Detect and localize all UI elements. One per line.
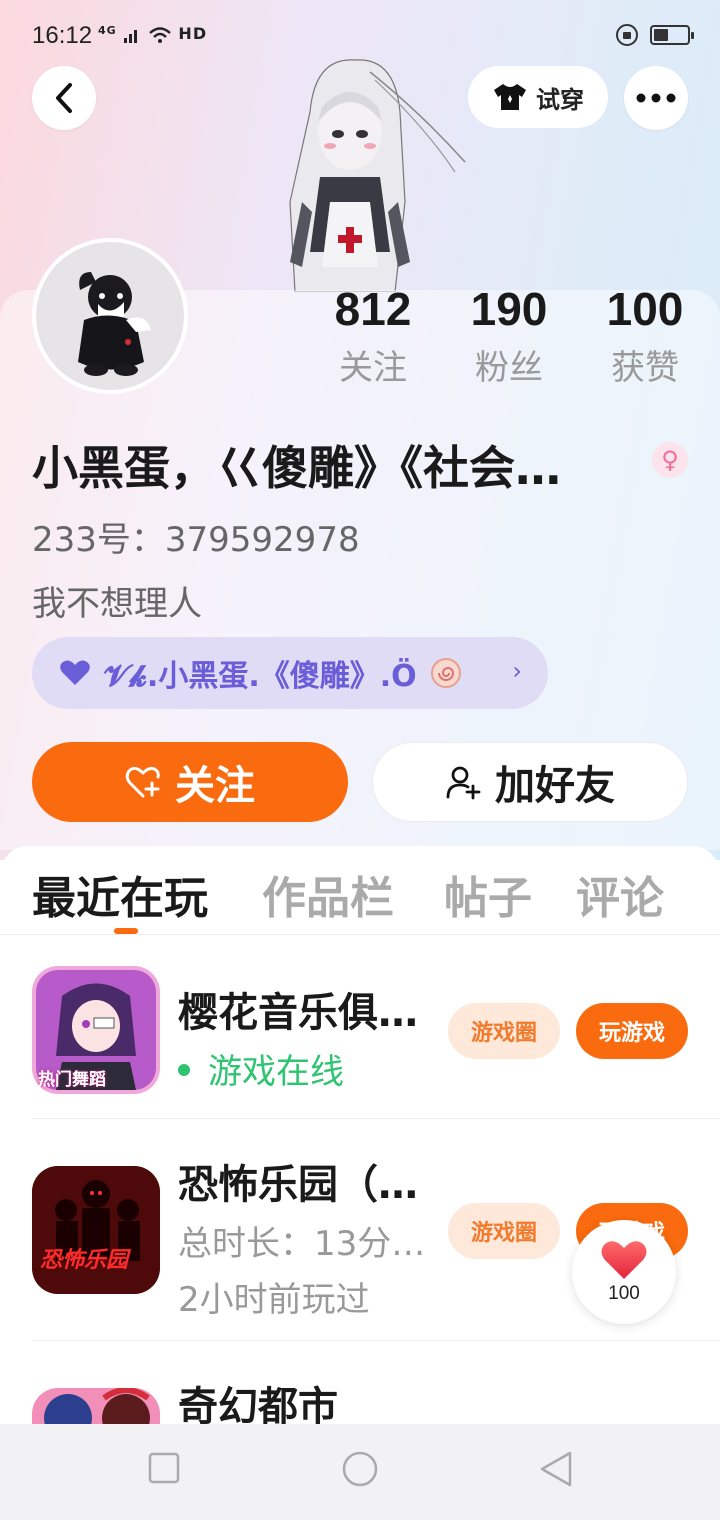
stat-likes[interactable]: 100 获赞 <box>590 282 700 389</box>
game-online-status: 游戏在线 <box>178 1044 344 1093</box>
try-on-label: 试穿 <box>536 85 584 114</box>
wifi-icon <box>149 26 171 43</box>
game-title[interactable]: 恐怖乐园（… <box>178 1152 418 1210</box>
network-type: 4G <box>98 24 117 37</box>
more-dots-icon <box>636 93 676 103</box>
like-count: 100 <box>608 1283 640 1304</box>
club-badge[interactable]: 𝓥𝓴.小黑蛋.《傻雕》.Ö › <box>32 637 548 709</box>
followers-count: 190 <box>470 283 548 335</box>
game-artwork <box>32 1166 160 1294</box>
system-navigation-bar <box>0 1424 720 1520</box>
game-icon-caption: 热门舞蹈 <box>38 1070 106 1090</box>
avatar-character-icon <box>78 272 151 376</box>
content-panel <box>0 846 720 1426</box>
like-floating-button[interactable]: 100 <box>572 1220 676 1324</box>
add-friend-label: 加好友 <box>495 763 615 809</box>
heart-plus-icon <box>125 766 160 798</box>
following-count: 812 <box>334 283 412 335</box>
club-name: 𝓥𝓴.小黑蛋.《傻雕》.Ö <box>104 659 417 694</box>
stat-following[interactable]: 812 关注 <box>318 282 428 389</box>
signal-icon <box>124 29 138 43</box>
game-icon-caption: 恐怖乐园 <box>40 1248 129 1273</box>
back-button[interactable] <box>32 66 96 130</box>
more-options-button[interactable] <box>624 66 688 130</box>
game-total-time: 总时长：13分… <box>178 1224 426 1264</box>
add-friend-icon <box>446 766 481 800</box>
followers-label: 粉丝 <box>475 348 543 388</box>
character-avatar-illustration <box>289 59 466 292</box>
tab-posts[interactable]: 帖子 <box>444 862 532 926</box>
game-icon-fantasy-city[interactable] <box>32 1388 160 1424</box>
online-dot-icon <box>178 1063 190 1076</box>
heart-icon <box>601 1241 647 1279</box>
tab-works[interactable]: 作品栏 <box>262 862 394 926</box>
likes-label: 获赞 <box>611 348 679 388</box>
recent-apps-icon[interactable] <box>148 1452 180 1484</box>
stat-followers[interactable]: 190 粉丝 <box>454 282 564 389</box>
game-last-played: 2小时前玩过 <box>178 1280 370 1320</box>
row-divider <box>32 1118 720 1119</box>
avatar[interactable] <box>32 238 188 394</box>
chevron-right-icon: › <box>512 657 522 685</box>
status-time: 16:12 <box>32 22 93 49</box>
tshirt-icon <box>494 84 526 110</box>
add-friend-button[interactable]: 加好友 <box>372 742 688 822</box>
battery-icon <box>650 25 694 45</box>
lollipop-icon <box>430 658 461 688</box>
rotation-lock-icon <box>616 24 638 46</box>
tabs-divider <box>0 934 720 935</box>
tab-comments[interactable]: 评论 <box>576 862 664 926</box>
game-icon-horror-park[interactable]: 恐怖乐园 <box>32 1166 160 1294</box>
female-gender-icon: ♀ <box>652 442 688 478</box>
follow-label: 关注 <box>175 763 255 809</box>
following-label: 关注 <box>339 348 407 388</box>
network-indicator: 4G HD <box>98 24 207 44</box>
home-icon[interactable] <box>341 1450 379 1488</box>
game-icon-sakura-music[interactable]: 热门舞蹈 <box>32 966 160 1094</box>
game-title[interactable]: 樱花音乐俱… <box>178 980 418 1038</box>
heart-badge-icon <box>60 660 90 685</box>
try-on-button[interactable]: 试穿 <box>468 66 608 128</box>
game-circle-button[interactable]: 游戏圈 <box>448 1203 560 1259</box>
chevron-left-icon <box>56 83 72 113</box>
tab-recently-played[interactable]: 最近在玩 <box>32 862 208 926</box>
likes-count: 100 <box>606 283 684 335</box>
game-circle-button[interactable]: 游戏圈 <box>448 1003 560 1059</box>
online-status-text: 游戏在线 <box>208 1052 344 1092</box>
back-triangle-icon[interactable] <box>538 1450 574 1488</box>
user-id[interactable]: 233号：379592978 <box>32 512 360 561</box>
hd-label: HD <box>178 24 208 43</box>
game-artwork <box>32 1388 160 1424</box>
row-divider <box>32 1340 720 1341</box>
play-game-button[interactable]: 玩游戏 <box>576 1003 688 1059</box>
bio: 我不想理人 <box>32 584 202 624</box>
follow-button[interactable]: 关注 <box>32 742 348 822</box>
nickname: 小黑蛋，巜傻雕》《社会… <box>32 441 561 495</box>
